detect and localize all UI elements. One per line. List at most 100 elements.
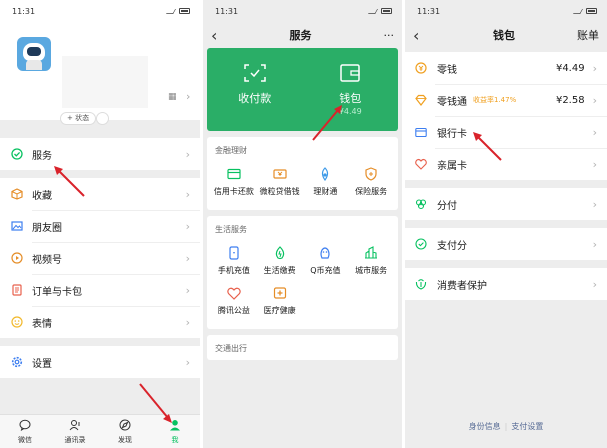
wallet-label: 零钱 [437,64,457,76]
more-button[interactable]: ··· [370,29,395,42]
service-label: 手机充值 [217,266,250,275]
page-title: 钱包 [493,29,515,42]
service-label: 生活缴费 [263,266,296,275]
menu-label: 视频号 [32,254,62,266]
protection-icon [415,278,427,290]
chevron-right-icon: › [185,187,190,201]
chevron-right-icon: › [185,315,190,329]
wallet-item-payscore[interactable]: 支付分 › [405,228,607,260]
service-charity[interactable]: 腾讯公益 [211,281,257,321]
wallet-item-bank-card[interactable]: 银行卡 › [405,116,607,148]
wallet-label: 亲属卡 [437,160,467,172]
chevron-right-icon: › [185,251,190,265]
pay-settings-link[interactable]: 支付设置 [511,422,543,431]
chevron-right-icon: › [592,197,597,211]
nav-bar: ‹ 钱包 账单 [405,22,607,48]
service-qcoin[interactable]: Q币充值 [303,241,349,281]
battery-icon [179,8,190,14]
wallet-item-lqt[interactable]: 零钱通 收益率1.47% ¥2.58 › [405,84,607,116]
back-icon[interactable]: ‹ [211,26,231,45]
signal-icon [573,8,583,14]
menu-item-favorites[interactable]: 收藏 › [0,178,200,210]
status-bar: 11:31 [0,0,200,22]
service-phone-topup[interactable]: 手机充值 [211,241,257,281]
yield-badge: 收益率1.47% [473,96,517,104]
wallet-label: 消费者保护 [437,280,487,292]
chevron-right-icon: › [592,157,597,171]
me-icon [169,419,181,434]
service-label: 理财通 [313,187,338,196]
service-insurance[interactable]: 保险服务 [348,162,394,202]
status-icons [368,8,392,15]
pay-label: 收付款 [238,91,272,105]
wallet-label: 零钱通 [437,96,467,108]
tab-discover[interactable]: 发现 [100,415,150,448]
wallet-icon [339,63,361,82]
add-status-button[interactable]: + 状态 [60,112,97,125]
family-card-icon [415,158,427,170]
identity-info-link[interactable]: 身份信息 [469,422,501,431]
payscore-icon [415,238,427,250]
chevron-right-icon: › [592,237,597,251]
menu-item-moments[interactable]: 朋友圈 › [0,210,200,242]
menu-label: 表情 [32,318,52,330]
nav-bar: ‹ 服务 ··· [203,22,402,48]
wallet-group-fenfu: 分付 › [405,188,607,220]
service-wealth[interactable]: 理财通 [303,162,349,202]
wallet-item-family-card[interactable]: 亲属卡 › [405,148,607,180]
status-bar: 11:31 [203,0,402,22]
change-balance: ¥4.49 [555,62,585,74]
diamond-icon [415,94,427,106]
chevron-right-icon: › [592,61,597,75]
wallet-label: 支付分 [437,240,467,252]
change-icon [415,62,427,74]
menu-label: 朋友圈 [32,222,62,234]
menu-group-main: 收藏 › 朋友圈 › 视频号 › 订单与卡包 › 表情 › [0,178,200,338]
service-credit-card-repayment[interactable]: 信用卡还款 [211,162,257,202]
avatar[interactable] [14,34,54,74]
wallet-button[interactable]: 钱包 ¥4.49 [303,48,399,131]
signal-icon [166,8,176,14]
city-icon [363,245,379,261]
section-title: 金融理财 [215,146,247,155]
wallet-item-consumer-protection[interactable]: 消费者保护 › [405,268,607,300]
credit-card-icon [226,166,242,182]
signal-icon [368,8,378,14]
service-loan[interactable]: 微粒贷借钱 [257,162,303,202]
moments-icon [10,220,23,233]
profile-header[interactable]: 11:31 ▦ › + 状态 [0,0,200,125]
bills-button[interactable]: 账单 [575,27,599,43]
chevron-right-icon: › [186,90,191,103]
tab-contacts[interactable]: 通讯录 [50,415,100,448]
menu-item-stickers[interactable]: 表情 › [0,306,200,338]
chevron-right-icon: › [185,283,190,297]
service-city[interactable]: 城市服务 [348,241,394,281]
qr-code-icon[interactable]: ▦ [168,92,177,102]
section-finance: 金融理财 信用卡还款 微粒贷借钱 理财通 保险服务 [207,137,398,210]
menu-item-orders[interactable]: 订单与卡包 › [0,274,200,306]
blurred-nickname [62,56,148,108]
me-screen: 11:31 ▦ › + 状态 服务 › 收藏 › 朋友圈 › 视频号 › 订单与… [0,0,200,448]
phone-topup-icon [226,245,242,261]
wallet-item-change[interactable]: 零钱 ¥4.49 › [405,52,607,84]
tab-chats[interactable]: 微信 [0,415,50,448]
friend-status-button[interactable] [96,112,109,125]
service-medical[interactable]: 医疗健康 [257,281,303,321]
fenfu-icon [415,198,427,210]
scan-pay-icon [244,63,266,82]
service-utilities[interactable]: 生活缴费 [257,241,303,281]
wallet-item-fenfu[interactable]: 分付 › [405,188,607,220]
menu-label: 设置 [32,358,52,370]
channels-icon [10,252,23,265]
pay-receive-button[interactable]: 收付款 [207,48,303,131]
menu-item-channels[interactable]: 视频号 › [0,242,200,274]
insurance-icon [363,166,379,182]
service-label: 微粒贷借钱 [259,187,300,196]
battery-icon [381,8,392,14]
menu-item-settings[interactable]: 设置 › [0,346,200,378]
chevron-right-icon: › [185,147,190,161]
tab-me[interactable]: 我 [150,415,200,448]
menu-item-service[interactable]: 服务 › [0,138,200,170]
back-icon[interactable]: ‹ [413,26,433,45]
page-title: 服务 [289,29,312,42]
